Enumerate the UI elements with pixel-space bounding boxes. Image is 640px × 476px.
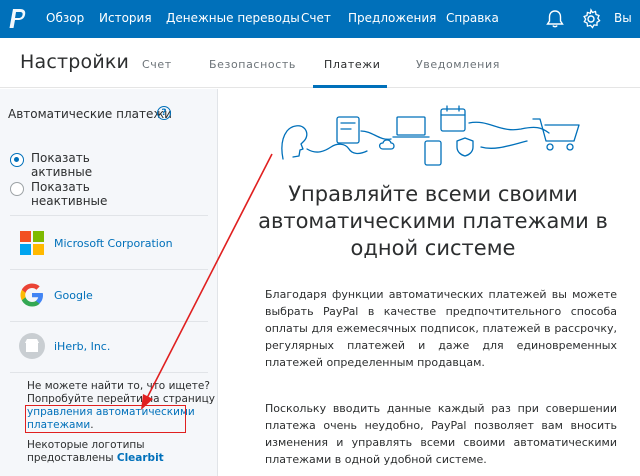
store-placeholder-icon xyxy=(19,333,45,359)
logos-credit-line2: предоставлены Clearbit xyxy=(27,452,164,465)
radio-label-show-active[interactable]: Показать активные xyxy=(31,151,121,179)
clearbit-link[interactable]: Clearbit xyxy=(117,452,164,464)
nav-overview[interactable]: Обзор xyxy=(46,0,84,38)
second-paragraph: Поскольку вводить данные каждый раз при … xyxy=(265,402,617,466)
microsoft-logo-icon xyxy=(20,231,44,255)
tab-security[interactable]: Безопасность xyxy=(209,58,296,71)
headline-line3: одной системе xyxy=(350,236,516,260)
help-icon[interactable]: ? xyxy=(157,106,171,120)
divider xyxy=(10,215,208,216)
automatic-payments-sidebar: Автоматические платежи ? Показать активн… xyxy=(0,89,218,476)
help-text-line1: Не можете найти то, что ищете? xyxy=(27,380,210,392)
page-title: Настройки xyxy=(20,51,130,73)
gear-icon[interactable] xyxy=(580,8,602,30)
nav-account[interactable]: Счет xyxy=(301,0,331,38)
sidebar-heading: Автоматические платежи xyxy=(8,107,172,121)
nav-help[interactable]: Справка xyxy=(446,0,499,38)
radio-show-inactive[interactable] xyxy=(10,182,24,196)
intro-paragraph: Благодаря функции автоматических платеже… xyxy=(265,288,617,369)
main-headline: Управляйте всеми своими автоматическими … xyxy=(243,181,623,262)
nav-history[interactable]: История xyxy=(99,0,152,38)
google-logo-icon xyxy=(20,283,43,307)
top-navigation-bar: Обзор История Денежные переводы Счет Пре… xyxy=(0,0,640,38)
headline-line2: автоматическими платежами в xyxy=(258,209,608,233)
nav-offers[interactable]: Предложения xyxy=(348,0,436,38)
tab-account[interactable]: Счет xyxy=(142,58,172,71)
merchant-name-google[interactable]: Google xyxy=(54,289,93,302)
divider xyxy=(10,321,208,322)
radio-show-active[interactable] xyxy=(10,153,24,167)
paypal-logo[interactable] xyxy=(8,8,28,30)
nav-money-transfers[interactable]: Денежные переводы xyxy=(166,0,300,38)
annotation-highlight-box xyxy=(25,405,186,433)
tab-notifications[interactable]: Уведомления xyxy=(416,58,500,71)
main-content: Управляйте всеми своими автоматическими … xyxy=(219,89,640,476)
radio-label-show-inactive[interactable]: Показать неактивные xyxy=(31,180,121,208)
divider xyxy=(10,372,208,373)
active-tab-indicator xyxy=(313,85,387,88)
automatic-payments-illustration xyxy=(281,105,580,166)
headline-line1: Управляйте всеми своими xyxy=(288,182,578,206)
settings-subnav: Настройки Счет Безопасность Платежи Увед… xyxy=(0,38,640,88)
tab-payments[interactable]: Платежи xyxy=(324,58,380,71)
bell-icon[interactable] xyxy=(544,8,566,30)
logos-credit-line1: Некоторые логотипы xyxy=(27,439,145,451)
merchant-name-iherb[interactable]: iHerb, Inc. xyxy=(54,340,110,353)
divider xyxy=(10,269,208,270)
logout-link[interactable]: Вы xyxy=(614,0,632,38)
merchant-name-microsoft[interactable]: Microsoft Corporation xyxy=(54,237,173,250)
logos-credit-text: предоставлены xyxy=(27,452,114,464)
